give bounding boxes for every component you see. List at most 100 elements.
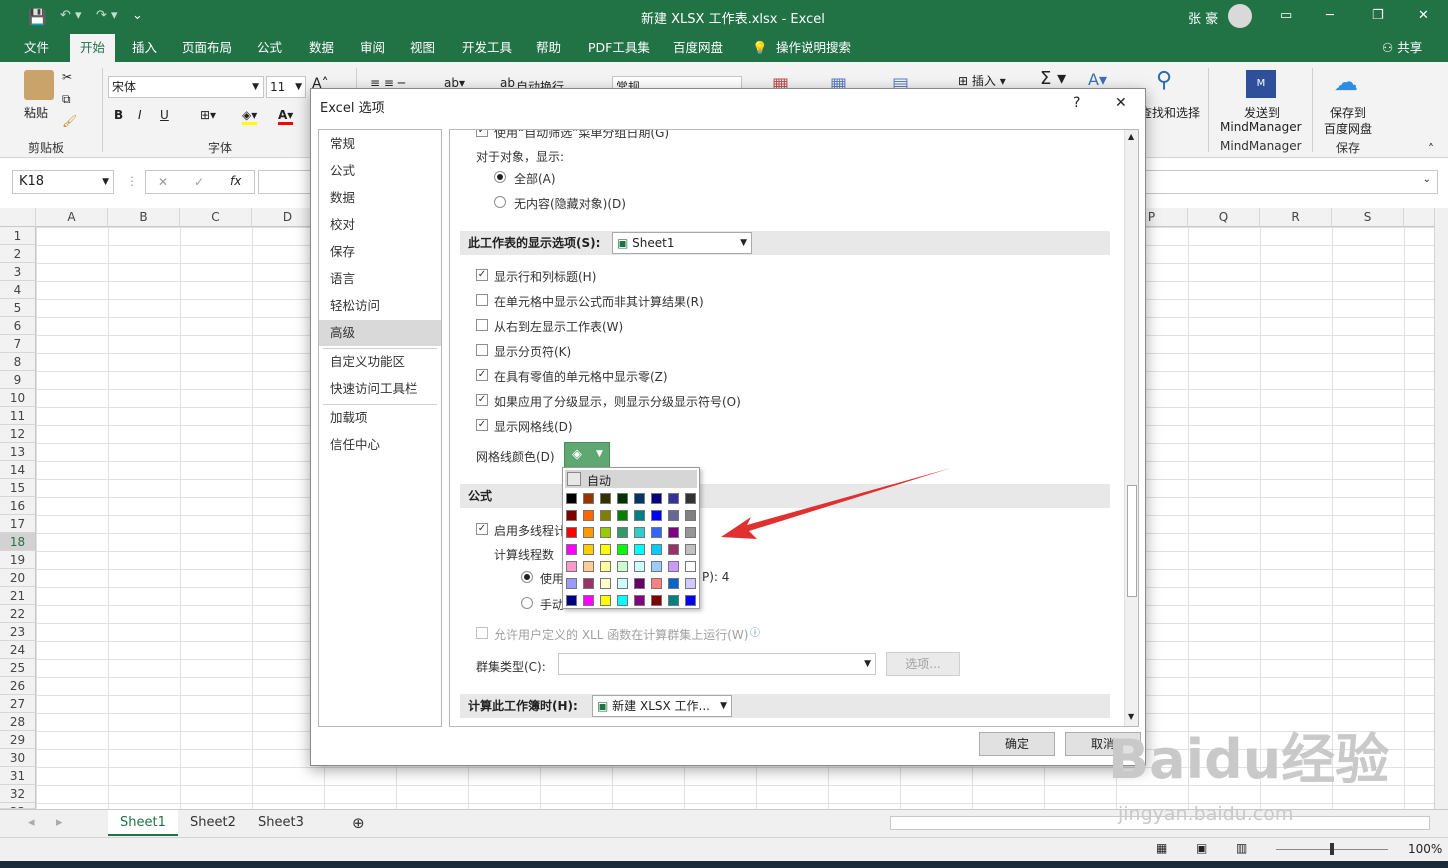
row-header-23[interactable]: 23 xyxy=(0,623,36,641)
row-header-1[interactable]: 1 xyxy=(0,227,36,245)
redo-icon[interactable]: ↷ ▾ xyxy=(96,8,118,23)
row-header-11[interactable]: 11 xyxy=(0,407,36,425)
font-color-icon[interactable]: A▾ xyxy=(278,108,294,125)
zoom-level[interactable]: 100% xyxy=(1408,842,1442,856)
color-swatch[interactable] xyxy=(617,527,628,538)
content-scrollbar[interactable]: ▲ ▼ xyxy=(1124,130,1138,726)
nav-addins[interactable]: 加载项 xyxy=(319,405,441,431)
color-swatch[interactable] xyxy=(583,595,594,606)
row-header-5[interactable]: 5 xyxy=(0,299,36,317)
format-painter-icon[interactable]: 🖌 xyxy=(62,114,77,128)
row-header-17[interactable]: 17 xyxy=(0,515,36,533)
prev-sheet-icon[interactable]: ◂ xyxy=(28,810,35,836)
color-swatch[interactable] xyxy=(685,510,696,521)
cluster-type-select[interactable]: ▼ xyxy=(558,653,876,675)
row-header-18[interactable]: 18 xyxy=(0,533,36,551)
nav-customize-ribbon[interactable]: 自定义功能区 xyxy=(319,349,441,375)
row-header-21[interactable]: 21 xyxy=(0,587,36,605)
color-swatch[interactable] xyxy=(583,493,594,504)
row-header-27[interactable]: 27 xyxy=(0,695,36,713)
autosum-icon[interactable]: Σ ▾ xyxy=(1040,68,1066,89)
checkbox[interactable]: ✓ xyxy=(476,269,488,281)
color-swatch[interactable] xyxy=(566,595,577,606)
row-header-14[interactable]: 14 xyxy=(0,461,36,479)
color-swatch[interactable] xyxy=(600,527,611,538)
color-swatch[interactable] xyxy=(600,510,611,521)
radio-objects-all[interactable] xyxy=(494,171,506,183)
search-icon[interactable]: ⚲ xyxy=(1156,68,1172,93)
column-header-a[interactable]: A xyxy=(36,208,108,227)
row-header-16[interactable]: 16 xyxy=(0,497,36,515)
checkbox[interactable] xyxy=(476,294,488,306)
select-all-corner[interactable] xyxy=(0,208,36,227)
color-swatch[interactable] xyxy=(668,561,679,572)
color-swatch[interactable] xyxy=(600,595,611,606)
row-header-2[interactable]: 2 xyxy=(0,245,36,263)
tab-developer[interactable]: 开发工具 xyxy=(458,34,516,62)
color-swatch[interactable] xyxy=(651,561,662,572)
color-swatch[interactable] xyxy=(651,527,662,538)
color-swatch[interactable] xyxy=(634,561,645,572)
tab-formulas[interactable]: 公式 xyxy=(253,34,286,62)
color-swatch[interactable] xyxy=(617,561,628,572)
mindmanager-label[interactable]: MindManager xyxy=(1220,120,1302,134)
auto-color-option[interactable]: 自动 xyxy=(565,470,697,488)
row-header-30[interactable]: 30 xyxy=(0,749,36,767)
workbook-select[interactable]: ▣ 新建 XLSX 工作... ▼ xyxy=(592,695,732,717)
color-swatch[interactable] xyxy=(617,544,628,555)
ok-button[interactable]: 确定 xyxy=(979,732,1055,756)
column-header-s[interactable]: S xyxy=(1332,208,1404,227)
color-swatch[interactable] xyxy=(566,544,577,555)
row-header-15[interactable]: 15 xyxy=(0,479,36,497)
checkbox[interactable]: ✓ xyxy=(476,419,488,431)
color-swatch[interactable] xyxy=(566,493,577,504)
enter-icon[interactable]: ✓ xyxy=(194,175,204,189)
column-header-c[interactable]: C xyxy=(180,208,252,227)
color-swatch[interactable] xyxy=(566,510,577,521)
paste-label[interactable]: 粘贴 xyxy=(24,104,48,121)
scroll-thumb[interactable] xyxy=(1127,485,1137,597)
help-icon[interactable]: ? xyxy=(1073,95,1080,111)
sheet-tab-2[interactable]: Sheet2 xyxy=(178,810,248,836)
save-to-label[interactable]: 保存到 xyxy=(1330,104,1366,121)
color-swatch[interactable] xyxy=(668,578,679,589)
tab-pdf-tools[interactable]: PDF工具集 xyxy=(584,34,654,62)
tab-data[interactable]: 数据 xyxy=(305,34,338,62)
zoom-thumb[interactable] xyxy=(1330,843,1334,855)
row-header-22[interactable]: 22 xyxy=(0,605,36,623)
nav-quick-access[interactable]: 快速访问工具栏 xyxy=(319,376,441,402)
tab-page-layout[interactable]: 页面布局 xyxy=(178,34,236,62)
row-header-29[interactable]: 29 xyxy=(0,731,36,749)
checkbox[interactable]: ✓ xyxy=(476,523,488,535)
tab-review[interactable]: 审阅 xyxy=(356,34,389,62)
color-swatch[interactable] xyxy=(685,578,696,589)
font-name-select[interactable]: 宋体 ▼ xyxy=(108,76,264,98)
insert-function-icon[interactable]: fx xyxy=(230,174,241,188)
row-header-32[interactable]: 32 xyxy=(0,785,36,803)
color-swatch[interactable] xyxy=(566,527,577,538)
color-swatch[interactable] xyxy=(651,578,662,589)
vertical-scrollbar[interactable] xyxy=(1434,208,1448,809)
minimize-icon[interactable]: ─ xyxy=(1326,8,1334,23)
bold-button[interactable]: B xyxy=(114,108,123,122)
color-swatch[interactable] xyxy=(634,595,645,606)
customize-qat-icon[interactable]: ⌄ xyxy=(132,8,143,23)
window-close-icon[interactable]: ✕ xyxy=(1418,8,1429,23)
fill-color-icon[interactable]: ◈▾ xyxy=(242,108,258,125)
checkbox[interactable] xyxy=(476,319,488,331)
color-swatch[interactable] xyxy=(651,544,662,555)
color-swatch[interactable] xyxy=(651,510,662,521)
restore-icon[interactable]: ❐ xyxy=(1372,8,1384,23)
color-swatch[interactable] xyxy=(634,544,645,555)
scroll-up-icon[interactable]: ▲ xyxy=(1128,132,1134,141)
color-swatch[interactable] xyxy=(685,493,696,504)
name-box[interactable]: K18 ▼ xyxy=(12,170,114,194)
undo-icon[interactable]: ↶ ▾ xyxy=(60,8,82,23)
nav-formulas[interactable]: 公式 xyxy=(319,158,441,184)
row-header-25[interactable]: 25 xyxy=(0,659,36,677)
color-swatch[interactable] xyxy=(685,561,696,572)
tab-baidu-pan[interactable]: 百度网盘 xyxy=(669,34,727,62)
options-button[interactable]: 选项... xyxy=(886,652,960,676)
close-icon[interactable]: ✕ xyxy=(1115,95,1127,111)
row-header-19[interactable]: 19 xyxy=(0,551,36,569)
